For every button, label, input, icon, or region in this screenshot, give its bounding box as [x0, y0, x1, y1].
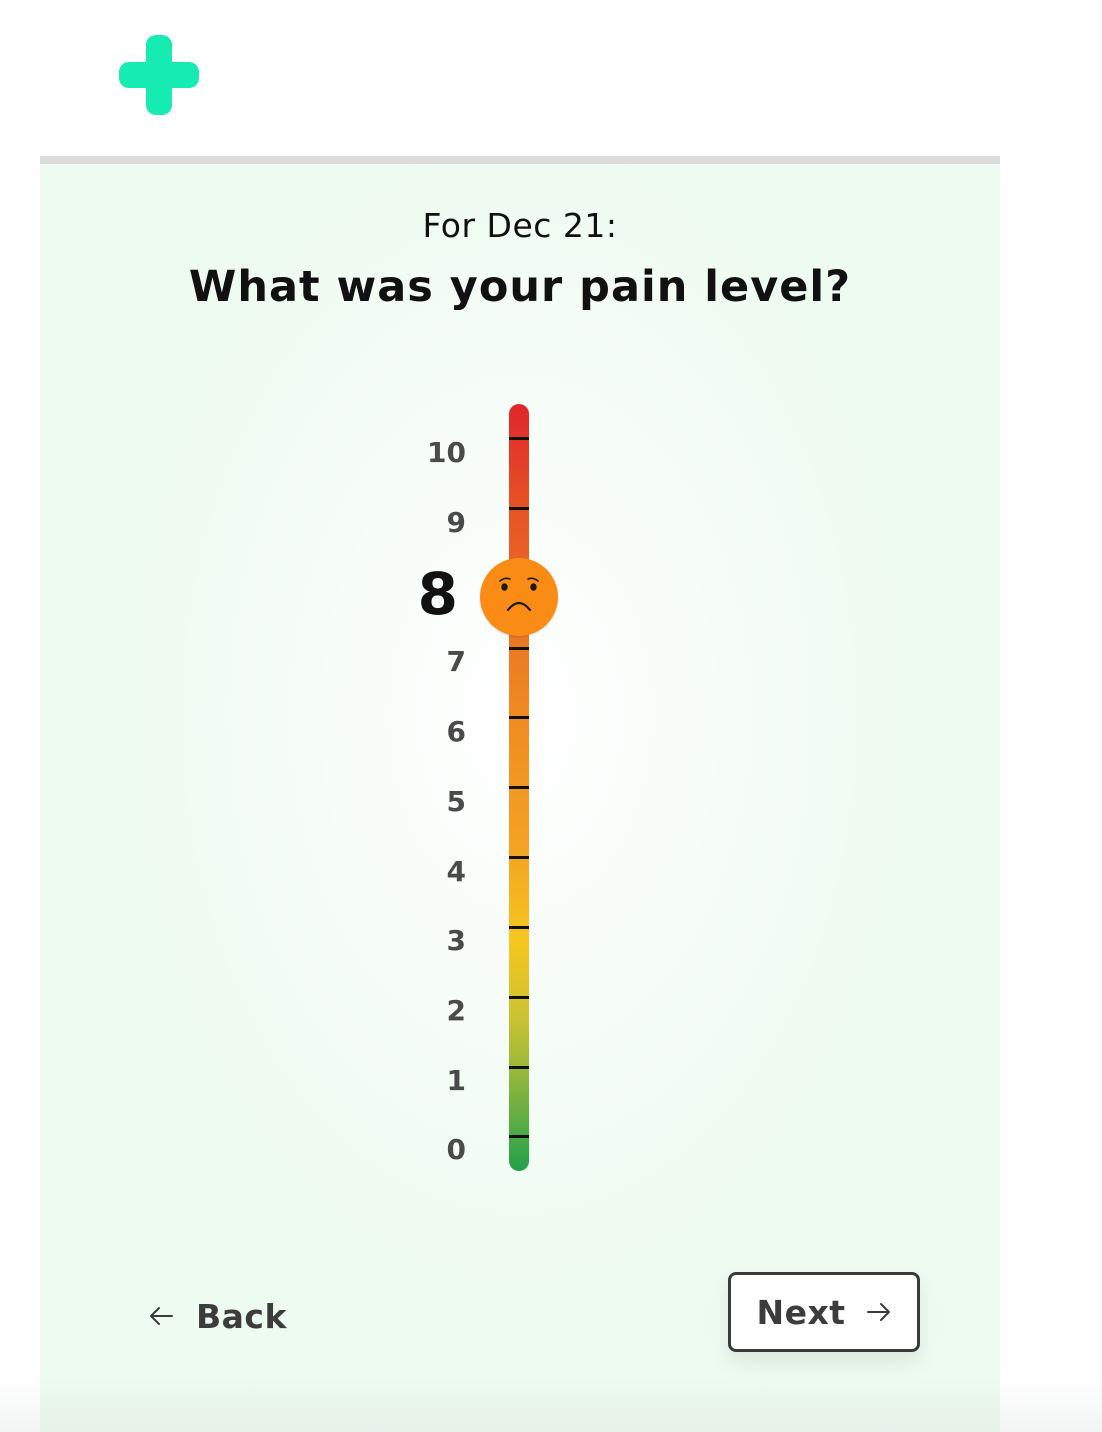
next-button[interactable]: Next — [728, 1272, 920, 1352]
scale-tick — [509, 1066, 529, 1069]
app-logo — [119, 35, 199, 115]
scale-label-7[interactable]: 7 — [406, 645, 466, 679]
question-card: For Dec 21: What was your pain level? 10… — [40, 156, 1000, 1432]
scale-tick — [509, 647, 529, 650]
scale-tick — [509, 996, 529, 999]
slider-thumb[interactable] — [480, 558, 558, 636]
scale-tick — [509, 1135, 529, 1138]
scale-label-1[interactable]: 1 — [406, 1064, 466, 1098]
back-button[interactable]: Back — [148, 1291, 287, 1341]
scale-label-10[interactable]: 10 — [406, 436, 466, 470]
back-button-label: Back — [196, 1296, 287, 1336]
plus-icon — [119, 35, 199, 115]
scale-tick — [509, 786, 529, 789]
scale-label-6[interactable]: 6 — [406, 715, 466, 749]
scale-label-0[interactable]: 0 — [406, 1133, 466, 1167]
arrow-left-icon — [150, 1307, 173, 1325]
scale-tick — [509, 507, 529, 510]
scale-tick — [509, 716, 529, 719]
scale-label-9[interactable]: 9 — [406, 506, 466, 540]
scale-label-3[interactable]: 3 — [406, 924, 466, 958]
sad-face-icon — [499, 577, 539, 612]
scale-label-4[interactable]: 4 — [406, 855, 466, 889]
pain-scale-slider[interactable]: 10 9 8 7 6 5 4 3 2 1 0 — [40, 156, 1000, 1432]
scale-tick — [509, 926, 529, 929]
scale-label-2[interactable]: 2 — [406, 994, 466, 1028]
scale-tick — [509, 437, 529, 440]
arrow-right-icon — [866, 1303, 890, 1321]
scale-label-selected[interactable]: 8 — [398, 564, 458, 624]
scale-label-5[interactable]: 5 — [406, 785, 466, 819]
scale-tick — [509, 856, 529, 859]
next-button-label: Next — [756, 1292, 846, 1332]
